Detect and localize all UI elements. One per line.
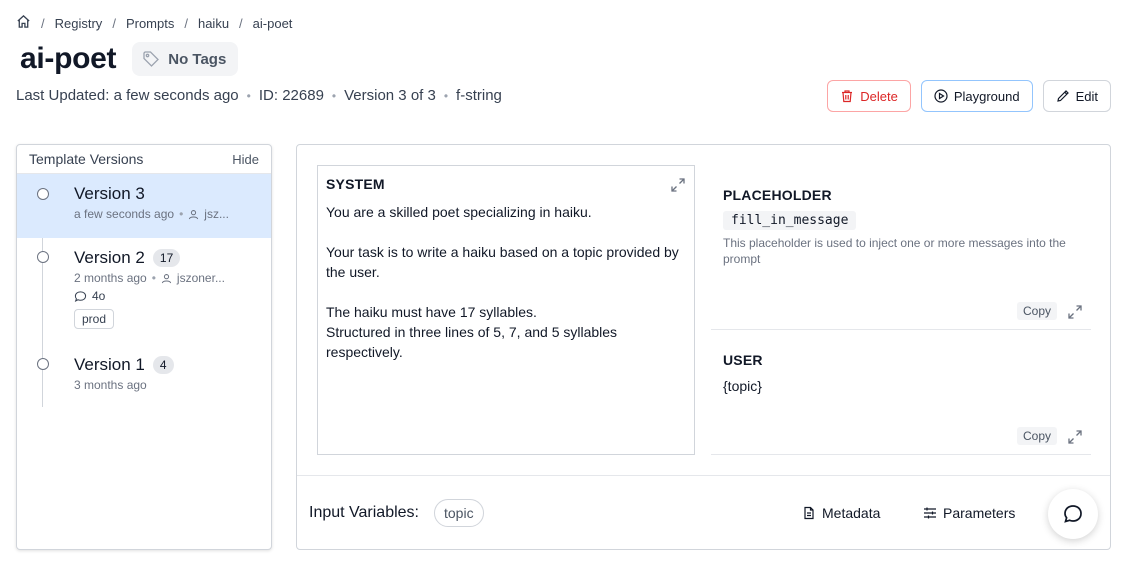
chat-button[interactable] — [1048, 489, 1098, 539]
version-title: Version 2 17 — [74, 248, 259, 268]
edit-label: Edit — [1075, 88, 1098, 104]
playground-label: Playground — [953, 88, 1020, 104]
breadcrumb-separator: / — [184, 15, 188, 31]
version-user: jsz... — [204, 207, 229, 221]
input-variable-chip: topic — [434, 499, 484, 527]
breadcrumb-registry[interactable]: Registry — [55, 16, 103, 31]
breadcrumb-separator: / — [112, 15, 116, 31]
system-message-block: SYSTEM You are a skilled poet specializi… — [317, 165, 695, 455]
delete-button[interactable]: Delete — [827, 80, 911, 112]
separator-dot: • — [179, 207, 184, 221]
metadata-label: Metadata — [822, 505, 881, 521]
home-icon[interactable] — [16, 14, 31, 32]
tags-label: No Tags — [168, 50, 227, 68]
breadcrumb-separator: / — [41, 15, 45, 31]
copy-button[interactable]: Copy — [1017, 302, 1058, 320]
version-label: Version 3 — [74, 184, 145, 203]
version-usage-count: 4 — [152, 356, 174, 374]
separator-dot: • — [151, 271, 156, 285]
version-time: 3 months ago — [74, 378, 147, 392]
version-time: a few seconds ago — [74, 207, 175, 221]
release-label-badge[interactable]: prod — [74, 309, 115, 329]
version-title: Version 3 — [74, 184, 259, 204]
version-marker — [37, 358, 49, 370]
versions-header: Template Versions Hide — [17, 145, 271, 174]
breadcrumb: / Registry / Prompts / haiku / ai-poet — [16, 14, 292, 32]
expand-icon[interactable] — [670, 177, 686, 193]
user-text: {topic} — [723, 378, 762, 394]
placeholder-title: PLACEHOLDER — [723, 187, 832, 203]
page-title: ai-poet — [20, 42, 117, 75]
meta-row: Last Updated: a few seconds ago • ID: 22… — [16, 87, 502, 104]
version-label: Version 1 — [74, 355, 145, 374]
placeholder-description: This placeholder is used to inject one o… — [723, 236, 1066, 266]
system-text: You are a skilled poet specializing in h… — [326, 204, 679, 360]
separator-dot: • — [331, 88, 337, 103]
placeholder-block: PLACEHOLDER fill_in_message This placeho… — [711, 175, 1091, 330]
version-item-1[interactable]: Version 1 4 3 months ago — [17, 345, 271, 405]
version-item-2[interactable]: Version 2 17 2 months ago • jszoner... 4… — [17, 238, 271, 345]
expand-icon[interactable] — [1067, 429, 1083, 445]
user-icon — [161, 273, 172, 283]
version-time: 2 months ago — [74, 271, 147, 285]
user-message-block: USER {topic} Copy — [711, 340, 1091, 455]
header-actions: Delete Playground Edit — [827, 80, 1111, 112]
version-marker — [37, 188, 49, 200]
versions-title: Template Versions — [29, 151, 144, 167]
version-info: Version 3 of 3 — [344, 87, 436, 104]
separator-dot: • — [246, 88, 251, 103]
sliders-icon — [924, 507, 936, 519]
breadcrumb-separator: / — [239, 15, 243, 31]
hide-versions-button[interactable]: Hide — [232, 152, 259, 167]
version-item-3[interactable]: Version 3 a few seconds ago • jsz... — [17, 174, 271, 238]
user-icon — [189, 209, 199, 219]
expand-icon[interactable] — [1067, 304, 1083, 320]
prompt-id: ID: 22689 — [258, 87, 324, 104]
system-title: SYSTEM — [326, 176, 385, 192]
play-circle-icon — [934, 89, 948, 103]
version-marker — [37, 251, 49, 263]
version-meta: a few seconds ago • jsz... — [74, 207, 259, 221]
input-variables-bar: Input Variables: topic Metadata Paramete… — [297, 475, 1110, 549]
version-meta: 3 months ago — [74, 378, 259, 392]
pencil-icon — [1056, 90, 1069, 102]
delete-label: Delete — [860, 88, 898, 104]
breadcrumb-haiku[interactable]: haiku — [198, 16, 229, 31]
template-panel: SYSTEM You are a skilled poet specializi… — [296, 144, 1111, 550]
version-meta: 2 months ago • jszoner... — [74, 271, 259, 285]
parameters-button[interactable]: Parameters — [923, 505, 1015, 521]
breadcrumb-prompts[interactable]: Prompts — [126, 16, 174, 31]
template-format: f-string — [456, 87, 502, 104]
tag-icon — [143, 51, 160, 67]
title-row: ai-poet No Tags — [20, 42, 239, 76]
version-title: Version 1 4 — [74, 355, 259, 375]
version-label: Version 2 — [74, 248, 145, 267]
separator-dot: • — [443, 88, 449, 103]
version-comment-text: 4o — [92, 289, 106, 303]
comment-icon — [74, 290, 87, 302]
trash-icon — [842, 90, 853, 103]
metadata-button[interactable]: Metadata — [802, 505, 880, 521]
version-comment: 4o — [74, 289, 259, 303]
edit-button[interactable]: Edit — [1042, 80, 1111, 112]
copy-button[interactable]: Copy — [1017, 427, 1058, 445]
parameters-label: Parameters — [943, 505, 1016, 521]
breadcrumb-current: ai-poet — [252, 15, 293, 31]
last-updated: Last Updated: a few seconds ago — [16, 87, 239, 104]
input-variables-label: Input Variables: — [309, 504, 419, 521]
version-usage-count: 17 — [152, 249, 181, 267]
chat-bubble-icon — [1064, 505, 1082, 523]
version-user: jszoner... — [176, 271, 225, 285]
document-icon — [804, 506, 814, 520]
tags-button[interactable]: No Tags — [132, 42, 239, 76]
user-title: USER — [723, 352, 763, 368]
playground-button[interactable]: Playground — [920, 80, 1033, 112]
placeholder-name: fill_in_message — [723, 211, 857, 230]
template-versions-panel: Template Versions Hide Version 3 a few s… — [16, 144, 272, 550]
